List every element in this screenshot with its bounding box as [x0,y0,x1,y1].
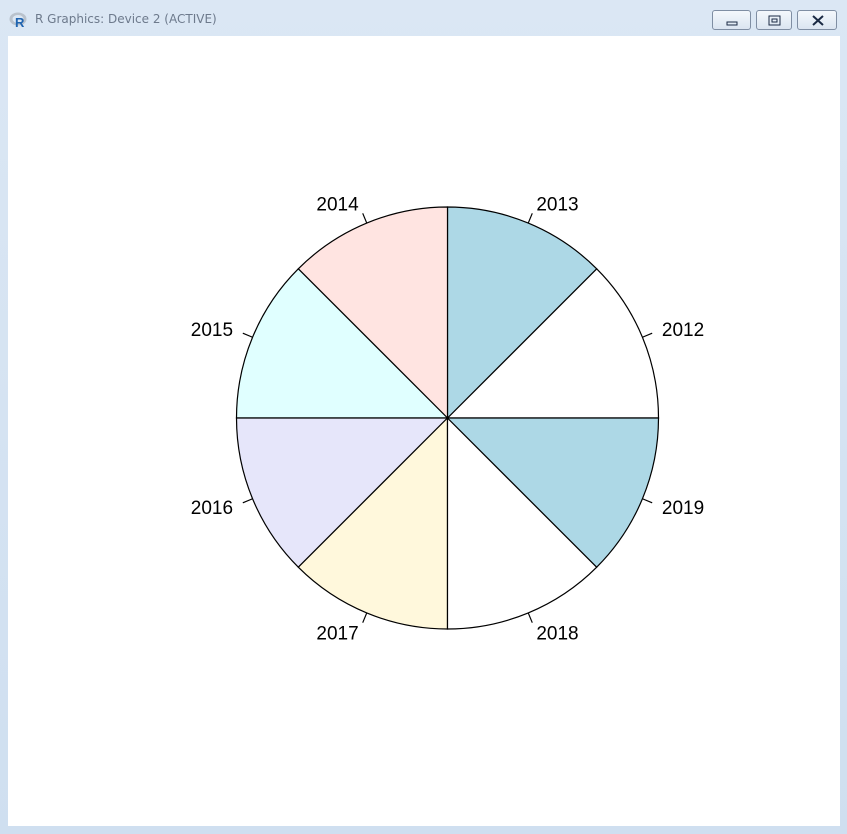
pie-tick-2012 [642,332,653,338]
pie-label-2016: 2016 [191,498,233,519]
close-icon [812,15,824,26]
window-title: R Graphics: Device 2 (ACTIVE) [35,12,217,26]
pie-label-2015: 2015 [191,320,233,341]
pie-label-2013: 2013 [536,195,578,216]
maximize-button[interactable] [756,10,792,30]
pie-tick-2013 [527,213,533,224]
svg-text:R: R [15,15,25,28]
r-graphics-window: R R Graphics: Device 2 (ACTIVE) 2012 2013… [0,0,847,834]
minimize-button[interactable] [712,10,751,30]
pie-label-2017: 2017 [316,623,358,644]
r-logo-icon: R [9,12,27,28]
minimize-icon [726,21,738,26]
pie-tick-2018 [527,612,533,623]
title-bar[interactable]: R R Graphics: Device 2 (ACTIVE) [0,0,847,36]
pie-tick-2016 [242,498,253,504]
pie-label-2018: 2018 [536,623,578,644]
pie-label-2014: 2014 [316,195,359,216]
pie-label-2012: 2012 [662,320,704,341]
pie-label-2019: 2019 [662,498,704,519]
pie-tick-2015 [242,332,253,338]
maximize-icon [768,15,781,26]
pie-chart: 2012 2013 2014 2015 2016 2017 2018 2019 [191,195,704,645]
close-button[interactable] [797,10,837,30]
pie-tick-2014 [362,213,368,224]
pie-tick-2017 [362,612,368,623]
plot-area: 2012 2013 2014 2015 2016 2017 2018 2019 [8,36,840,826]
pie-tick-2019 [642,498,653,504]
